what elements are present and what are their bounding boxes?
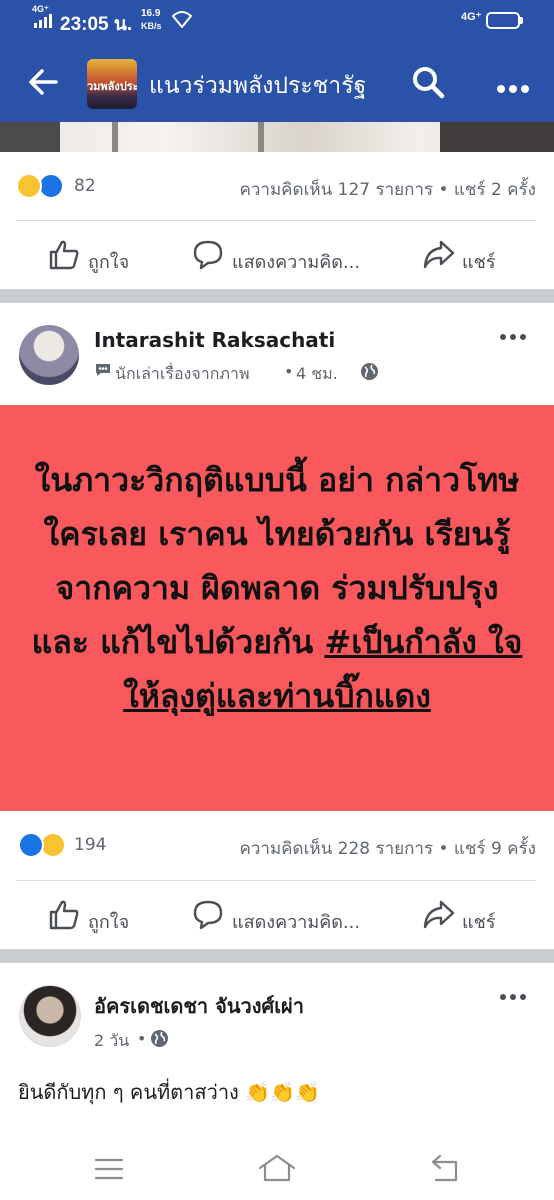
post-author[interactable]: อัครเดชเดชา จันวงศ์เผ่า — [94, 990, 304, 1022]
like-reaction-icon — [18, 832, 44, 858]
divider — [16, 880, 536, 881]
banner-text: ในภาวะวิกฤติแบบนี้ อย่า กล่าวโทษใครเลย เ… — [0, 453, 554, 723]
arrow-left-icon[interactable] — [28, 68, 58, 100]
share-button[interactable]: แชร์ — [422, 238, 532, 278]
page-title: แนวร่วมพลังประชารัฐ — [149, 73, 367, 99]
battery-tip — [520, 17, 523, 24]
haha-reaction-icon — [16, 173, 42, 199]
share-icon — [423, 900, 455, 929]
reaction-icons[interactable] — [18, 832, 74, 862]
post-options-icon[interactable] — [500, 994, 528, 1002]
post-time[interactable]: 4 ชม. — [296, 362, 338, 387]
status-time: 23:05 น. — [60, 14, 133, 35]
comments-shares-summary[interactable]: ความคิดเห็น 127 รายการ • แชร์ 2 ครั้ง — [240, 176, 536, 203]
battery-level: 62 — [496, 13, 510, 27]
dot-separator: • — [284, 362, 294, 381]
reaction-icons[interactable] — [16, 173, 72, 203]
like-label: ถูกใจ — [88, 252, 130, 273]
app-bar: วมพลังประ แนวร่วมพลังประชารัฐ — [0, 42, 554, 122]
signal-icon — [34, 14, 56, 28]
comment-label: แสดงความคิด... — [232, 252, 361, 273]
post-options-icon[interactable] — [500, 334, 528, 342]
net-speed-value: 16.9 — [141, 8, 161, 19]
wifi-icon — [171, 10, 193, 32]
like-button[interactable]: ถูกใจ — [48, 238, 168, 278]
dot-separator: • — [137, 1029, 147, 1048]
net-speed-unit: KB/s — [141, 21, 162, 31]
more-horizontal-icon[interactable] — [496, 79, 530, 98]
previous-post-image[interactable] — [0, 122, 554, 152]
share-button[interactable]: แชร์ — [422, 898, 532, 938]
post-time[interactable]: 2 วัน — [94, 1029, 129, 1054]
comment-button[interactable]: แสดงความคิด... — [192, 898, 372, 938]
back-icon[interactable] — [430, 1154, 460, 1186]
thumbs-up-icon — [49, 900, 79, 930]
divider — [16, 220, 536, 221]
comment-button[interactable]: แสดงความคิด... — [192, 238, 372, 278]
avatar[interactable] — [19, 985, 81, 1047]
search-icon[interactable] — [411, 65, 445, 103]
share-label: แชร์ — [462, 252, 496, 273]
storyteller-badge-icon — [94, 362, 112, 382]
share-icon — [423, 240, 455, 269]
reaction-count[interactable]: 82 — [74, 176, 96, 196]
page-avatar[interactable]: วมพลังประ — [87, 59, 137, 109]
avatar[interactable] — [19, 325, 79, 385]
post-text-banner[interactable]: ในภาวะวิกฤติแบบนี้ อย่า กล่าวโทษใครเลย เ… — [0, 405, 554, 811]
globe-icon — [360, 362, 379, 385]
share-label: แชร์ — [462, 912, 496, 933]
like-label: ถูกใจ — [88, 912, 130, 933]
system-nav-bar — [0, 1140, 554, 1200]
comment-icon — [193, 900, 223, 930]
author-badge: นักเล่าเรื่องจากภาพ — [115, 364, 250, 383]
menu-icon[interactable] — [94, 1158, 124, 1184]
reaction-count[interactable]: 194 — [74, 835, 106, 855]
feed-separator — [0, 289, 554, 303]
comment-icon — [193, 240, 223, 270]
home-icon[interactable] — [258, 1154, 296, 1186]
post-text: ยินดีกับทุก ๆ คนที่ตาสว่าง 👏👏👏 — [18, 1080, 320, 1104]
thumbs-up-icon — [49, 240, 79, 270]
network-type-right: 4G⁺ — [461, 11, 482, 23]
globe-icon — [150, 1029, 169, 1052]
like-button[interactable]: ถูกใจ — [48, 898, 168, 938]
page-avatar-text: วมพลังประ — [87, 80, 137, 93]
comments-shares-summary[interactable]: ความคิดเห็น 228 รายการ • แชร์ 9 ครั้ง — [240, 835, 536, 862]
post-author[interactable]: Intarashit Raksachati — [94, 328, 335, 352]
battery-icon: 62 — [486, 12, 520, 29]
comment-label: แสดงความคิด... — [232, 912, 361, 933]
feed-separator — [0, 949, 554, 963]
status-bar: 4G⁺ 23:05 น. 16.9 KB/s 4G⁺ 62 — [0, 0, 554, 42]
